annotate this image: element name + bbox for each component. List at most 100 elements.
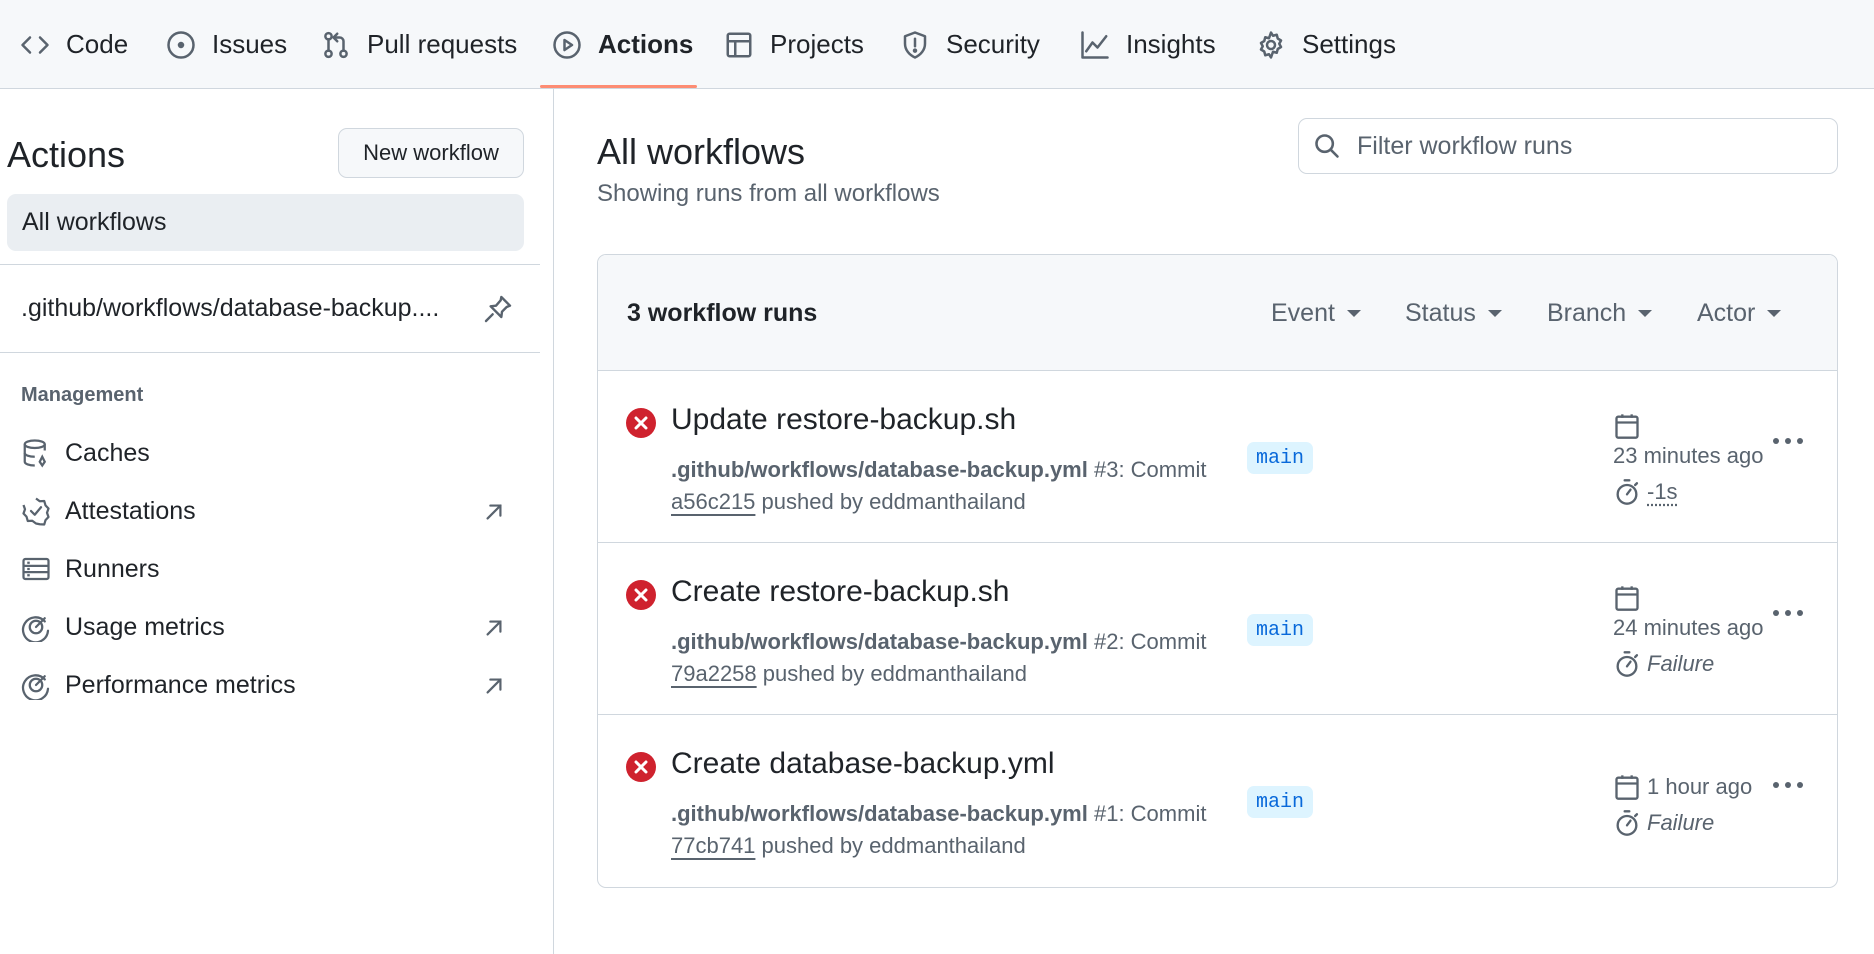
status-filter-dropdown[interactable]: Status (1405, 299, 1502, 328)
x-circle-fill-icon (626, 752, 656, 782)
shield-icon (903, 30, 927, 59)
run-duration: Failure (1647, 810, 1715, 835)
sidebar-item-all-workflows[interactable]: All workflows (7, 194, 524, 251)
tab-actions[interactable]: Actions (552, 0, 693, 89)
server-icon (22, 557, 50, 581)
calendar-icon (1615, 586, 1639, 611)
table-icon (726, 32, 752, 57)
branch-label[interactable]: main (1247, 614, 1314, 646)
tab-pull-requests[interactable]: Pull requests (321, 0, 517, 89)
branch-label[interactable]: main (1247, 786, 1314, 818)
dropdown-label: Status (1405, 299, 1476, 327)
page-subtitle: Showing runs from all workflows (597, 180, 940, 207)
sidebar-item-performance-metrics[interactable]: Performance metrics (21, 665, 521, 705)
workflow-run-row[interactable]: Create database-backup.yml .github/workf… (598, 715, 1837, 887)
page-title: All workflows (597, 131, 806, 172)
run-title[interactable]: Create database-backup.yml (671, 747, 1055, 781)
tab-issues[interactable]: Issues (166, 0, 287, 89)
meter-icon (21, 674, 50, 700)
sidebar-item-label: Caches (65, 438, 150, 467)
tab-settings[interactable]: Settings (1256, 0, 1396, 89)
commit-sha-link[interactable]: a56c215 (671, 489, 755, 514)
x-circle-fill-icon (626, 580, 656, 610)
tab-label: Actions (598, 29, 694, 59)
caret-down-icon (1638, 310, 1653, 317)
run-duration: -1s (1647, 479, 1678, 504)
search-icon (1315, 134, 1339, 158)
stopwatch-icon (1616, 810, 1639, 836)
tab-label: Security (946, 29, 1040, 59)
commit-sha-link[interactable]: 79a2258 (671, 661, 757, 686)
dropdown-label: Branch (1547, 299, 1627, 327)
event-filter-dropdown[interactable]: Event (1271, 299, 1361, 328)
run-pushed-by: pushed by eddmanthailand (756, 661, 1027, 686)
search-input[interactable] (1357, 131, 1817, 161)
sidebar-title: Actions (7, 134, 126, 175)
sidebar-item-caches[interactable]: Caches (21, 433, 521, 473)
git-pull-request-icon (324, 31, 348, 58)
graph-icon (1081, 30, 1109, 59)
actor-filter-dropdown[interactable]: Actor (1697, 299, 1782, 328)
pin-icon[interactable] (482, 293, 514, 325)
code-icon (21, 35, 49, 54)
sidebar-item-usage-metrics[interactable]: Usage metrics (21, 607, 521, 647)
stopwatch-icon (1616, 479, 1639, 505)
run-number: #3: Commit (1087, 457, 1207, 482)
run-title[interactable]: Update restore-backup.sh (671, 403, 1016, 437)
sidebar-item-attestations[interactable]: Attestations (21, 491, 521, 531)
branch-label[interactable]: main (1247, 442, 1314, 474)
kebab-horizontal-icon[interactable] (1770, 431, 1806, 451)
issue-opened-icon (167, 30, 195, 59)
dropdown-label: Event (1271, 299, 1335, 327)
runs-count: 3 workflow runs (627, 299, 818, 327)
meter-icon (21, 616, 50, 642)
run-time: 1 hour ago (1647, 774, 1753, 799)
run-duration: Failure (1647, 651, 1715, 676)
run-meta: .github/workflows/database-backup.yml #1… (671, 798, 1211, 862)
tab-label: Settings (1302, 29, 1396, 59)
workflow-run-row[interactable]: Create restore-backup.sh .github/workflo… (598, 543, 1837, 715)
kebab-horizontal-icon[interactable] (1770, 603, 1806, 623)
tab-code[interactable]: Code (20, 0, 128, 89)
run-meta: .github/workflows/database-backup.yml #3… (671, 454, 1211, 518)
verified-icon (22, 497, 50, 526)
run-workflow-name: .github/workflows/database-backup.yml (671, 801, 1088, 826)
run-workflow-name: .github/workflows/database-backup.yml (671, 629, 1088, 654)
sidebar-item-label: Attestations (65, 496, 196, 525)
sidebar-item-workflow[interactable]: .github/workflows/database-backup.... (0, 265, 540, 352)
tab-label: Insights (1126, 29, 1216, 59)
run-meta: .github/workflows/database-backup.yml #2… (671, 626, 1211, 690)
stopwatch-icon (1616, 651, 1639, 677)
selected-tab-indicator (540, 85, 697, 88)
workflow-label: .github/workflows/database-backup.... (21, 294, 440, 322)
sidebar-item-label: Runners (65, 554, 160, 583)
tab-projects[interactable]: Projects (724, 0, 864, 89)
new-workflow-button[interactable]: New workflow (338, 128, 524, 178)
caret-down-icon (1767, 310, 1782, 317)
management-heading: Management (21, 384, 144, 406)
calendar-icon (1615, 414, 1639, 439)
external-link-icon (486, 620, 502, 636)
filter-workflow-runs (1298, 118, 1838, 174)
tab-label: Projects (770, 29, 864, 59)
workflow-runs-list: 3 workflow runs Event Status Branch Acto… (597, 254, 1838, 888)
run-title[interactable]: Create restore-backup.sh (671, 575, 1010, 609)
branch-filter-dropdown[interactable]: Branch (1547, 299, 1653, 328)
calendar-icon (1615, 775, 1639, 800)
actions-sidebar: Actions New workflow All workflows .gith… (0, 89, 554, 954)
workflow-run-row[interactable]: Update restore-backup.sh .github/workflo… (598, 371, 1837, 543)
database-icon (23, 439, 47, 468)
tab-insights[interactable]: Insights (1080, 0, 1216, 89)
tab-security[interactable]: Security (900, 0, 1040, 89)
external-link-icon (486, 504, 502, 520)
run-pushed-by: pushed by eddmanthailand (755, 489, 1026, 514)
play-icon (553, 30, 581, 59)
run-number: #2: Commit (1087, 629, 1207, 654)
tab-label: Pull requests (367, 29, 518, 59)
commit-sha-link[interactable]: 77cb741 (671, 833, 755, 858)
kebab-horizontal-icon[interactable] (1770, 775, 1806, 795)
sidebar-item-runners[interactable]: Runners (21, 549, 521, 589)
sidebar-item-label: Usage metrics (65, 612, 225, 641)
run-workflow-name: .github/workflows/database-backup.yml (671, 457, 1088, 482)
sidebar-item-label: Performance metrics (65, 670, 296, 699)
